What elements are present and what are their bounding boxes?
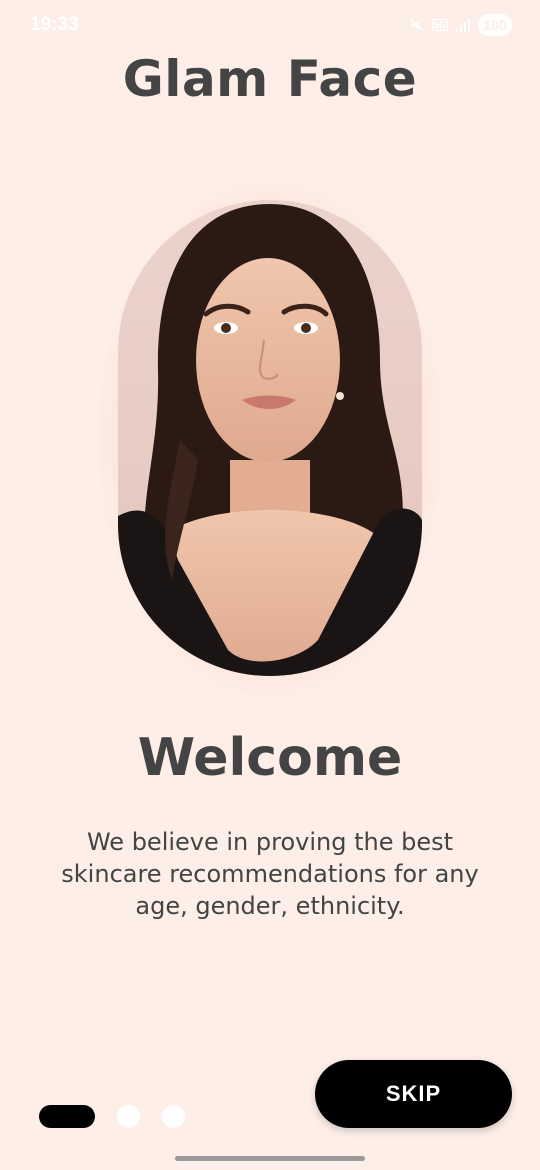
page-dot-1[interactable] (39, 1105, 95, 1128)
skip-button[interactable]: SKIP (315, 1060, 512, 1128)
5g-icon: 5G (431, 19, 448, 31)
battery-icon: 100 (478, 14, 512, 36)
portrait-photo (118, 200, 422, 676)
page-dot-3[interactable] (162, 1105, 185, 1128)
mute-icon (410, 18, 424, 32)
status-icons: 5G 100 (409, 13, 512, 37)
welcome-title: Welcome (137, 728, 403, 788)
welcome-description: We believe in proving the best skincare … (61, 828, 479, 920)
page-dot-2[interactable] (117, 1105, 140, 1128)
signal-icon (456, 19, 470, 32)
home-indicator[interactable] (175, 1156, 365, 1161)
status-bar: 19:33 5G 100 (0, 0, 540, 50)
app-title: Glam Face (122, 50, 418, 108)
page-indicator (39, 1105, 185, 1128)
portrait-illustration (118, 204, 422, 676)
status-time: 19:33 (30, 14, 79, 35)
